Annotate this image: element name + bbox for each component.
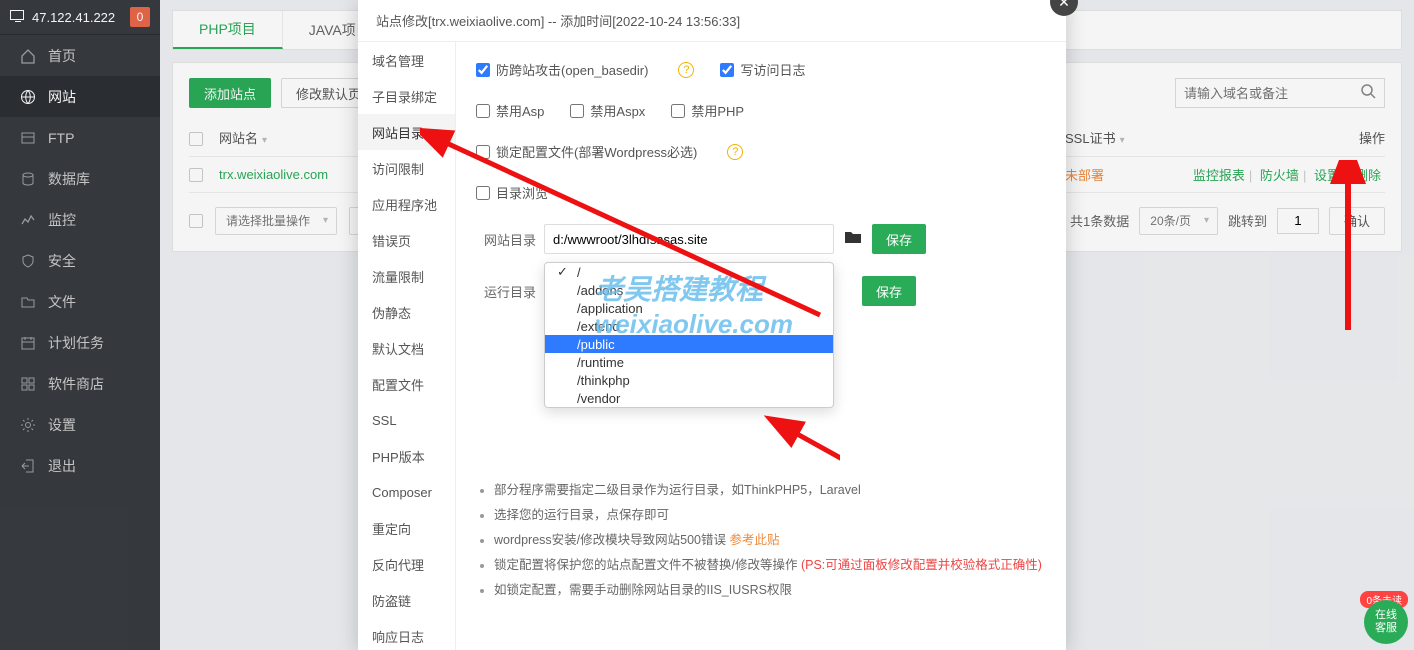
note-item: 如锁定配置，需要手动删除网站目录的IIS_IUSRS权限 [494,578,1046,603]
note-item: 锁定配置将保护您的站点配置文件不被替换/修改等操作 (PS:可通过面板修改配置并… [494,553,1046,578]
modal-title: 站点修改[trx.weixiaolive.com] -- 添加时间[2022-1… [358,0,1066,42]
modal-side-item[interactable]: 流量限制 [358,258,455,294]
dropdown-option[interactable]: /addons [545,281,833,299]
note-item: 选择您的运行目录，点保存即可 [494,503,1046,528]
open-basedir-checkbox[interactable]: 防跨站攻击(open_basedir) [476,60,648,79]
write-log-checkbox[interactable]: 写访问日志 [720,60,805,79]
modal-side-item[interactable]: 配置文件 [358,366,455,402]
modal-content: 防跨站攻击(open_basedir) ? 写访问日志 禁用Asp 禁用Aspx… [456,42,1066,650]
dropdown-option[interactable]: /public [545,335,833,353]
dropdown-option[interactable]: /extend [545,317,833,335]
modal-side-item[interactable]: 反向代理 [358,546,455,582]
notes-list: 部分程序需要指定二级目录作为运行目录，如ThinkPHP5，Laravel选择您… [476,478,1046,603]
modal-side-item[interactable]: 防盗链 [358,582,455,618]
modal-side-item[interactable]: 默认文档 [358,330,455,366]
modal-side-item[interactable]: 应用程序池 [358,186,455,222]
modal-sidebar: 域名管理子目录绑定网站目录访问限制应用程序池错误页流量限制伪静态默认文档配置文件… [358,42,456,650]
modal-side-item[interactable]: Composer [358,474,455,510]
modal-side-item[interactable]: 子目录绑定 [358,78,455,114]
help-icon[interactable]: ? [727,144,743,160]
dir-browse-checkbox[interactable]: 目录浏览 [476,183,548,202]
save-run-dir-button[interactable]: 保存 [862,276,916,306]
dropdown-option[interactable]: /vendor [545,389,833,407]
modal-side-item[interactable]: 重定向 [358,510,455,546]
modal-side-item[interactable]: 响应日志 [358,618,455,650]
help-icon[interactable]: ? [678,62,694,78]
site-dir-label: 网站目录 [476,230,536,249]
note-link[interactable]: 参考此贴 [729,533,779,547]
modal-side-item[interactable]: PHP版本 [358,438,455,474]
modal-side-item[interactable]: 网站目录 [358,114,455,150]
modal-side-item[interactable]: 错误页 [358,222,455,258]
save-site-dir-button[interactable]: 保存 [872,224,926,254]
ban-php-checkbox[interactable]: 禁用PHP [671,101,744,120]
site-modal: ✕ 站点修改[trx.weixiaolive.com] -- 添加时间[2022… [358,0,1066,650]
ban-asp-checkbox[interactable]: 禁用Asp [476,101,544,120]
modal-side-item[interactable]: 伪静态 [358,294,455,330]
support-button[interactable]: 在线 客服 [1364,600,1408,644]
site-dir-input[interactable] [544,224,834,254]
modal-side-item[interactable]: 访问限制 [358,150,455,186]
dropdown-option[interactable]: /runtime [545,353,833,371]
dropdown-option[interactable]: /application [545,299,833,317]
folder-icon[interactable] [844,230,862,249]
dropdown-option[interactable]: /thinkphp [545,371,833,389]
modal-side-item[interactable]: SSL [358,402,455,438]
lock-conf-checkbox[interactable]: 锁定配置文件(部署Wordpress必选) [476,142,697,161]
run-dir-label: 运行目录 [476,282,536,301]
ban-aspx-checkbox[interactable]: 禁用Aspx [570,101,645,120]
dropdown-option[interactable]: / [545,263,833,281]
run-dir-dropdown[interactable]: //addons/application/extend/public/runti… [544,262,834,408]
modal-side-item[interactable]: 域名管理 [358,42,455,78]
note-item: 部分程序需要指定二级目录作为运行目录，如ThinkPHP5，Laravel [494,478,1046,503]
note-item: wordpress安装/修改模块导致网站500错误 参考此贴 [494,528,1046,553]
